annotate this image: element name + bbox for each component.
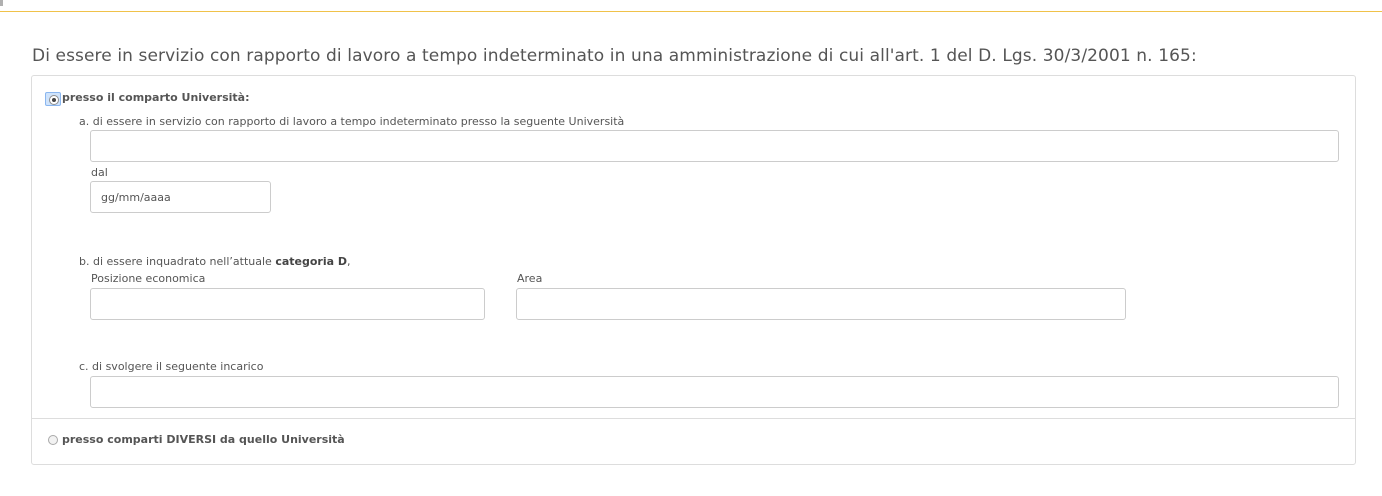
options-panel: presso il comparto Università: a. di ess… xyxy=(31,75,1356,465)
posizione-economica-input[interactable] xyxy=(90,288,485,320)
section-title: Di essere in servizio con rapporto di la… xyxy=(32,46,1197,66)
item-c-text: c. di svolgere il seguente incarico xyxy=(79,360,264,373)
radio-diversi[interactable] xyxy=(48,435,58,445)
dal-label: dal xyxy=(91,166,108,179)
item-b-category: categoria D xyxy=(275,255,347,268)
radio-universita[interactable] xyxy=(45,92,61,106)
dal-date-input[interactable] xyxy=(90,181,271,213)
item-b-prefix: b. di essere inquadrato nell’attuale xyxy=(79,255,276,268)
option-diversi-label[interactable]: presso comparti DIVERSI da quello Univer… xyxy=(62,433,345,446)
options-divider xyxy=(32,418,1355,419)
universita-input[interactable] xyxy=(90,130,1339,162)
item-b-text: b. di essere inquadrato nell’attuale cat… xyxy=(79,255,350,268)
section-top-rule xyxy=(0,11,1382,12)
top-edge-mark xyxy=(0,0,3,6)
item-a-text: a. di essere in servizio con rapporto di… xyxy=(79,115,625,128)
area-input[interactable] xyxy=(516,288,1126,320)
area-label: Area xyxy=(517,272,543,285)
radio-selected-dot xyxy=(49,95,59,105)
item-b-suffix: , xyxy=(346,255,351,268)
option-universita-label[interactable]: presso il comparto Università: xyxy=(62,91,250,104)
posizione-economica-label: Posizione economica xyxy=(91,272,206,285)
incarico-input[interactable] xyxy=(90,376,1339,408)
